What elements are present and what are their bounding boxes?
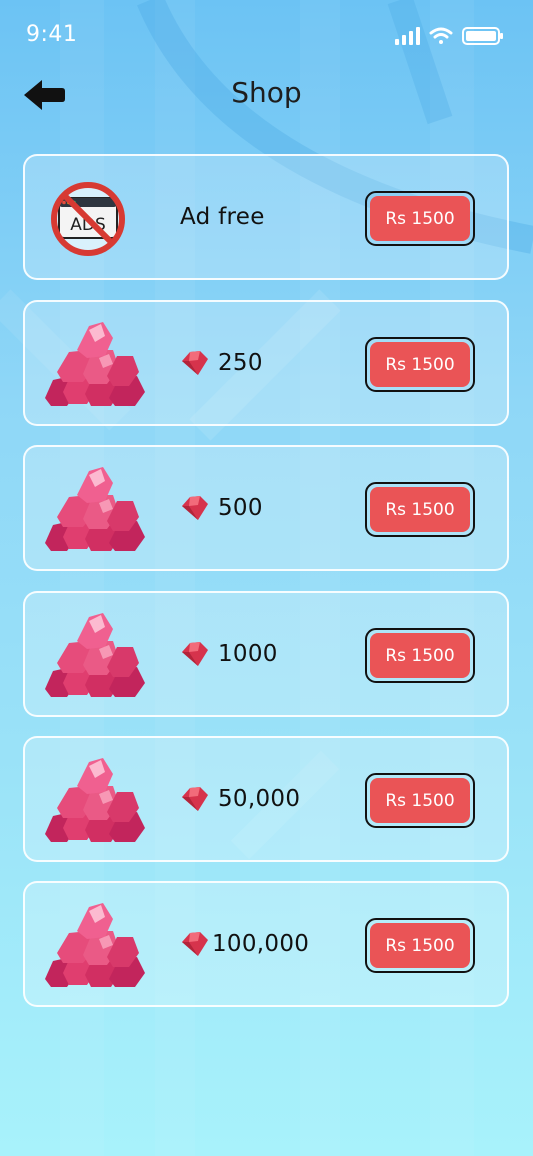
signal-icon xyxy=(395,27,420,45)
gem-icon xyxy=(182,351,208,375)
buy-button[interactable]: Rs 1500 xyxy=(365,337,475,392)
price-label: Rs 1500 xyxy=(370,778,470,823)
gem-pile-icon xyxy=(45,758,145,842)
buy-button[interactable]: Rs 1500 xyxy=(365,628,475,683)
buy-button[interactable]: Rs 1500 xyxy=(365,918,475,973)
item-label: 500 xyxy=(218,495,263,521)
price-label: Rs 1500 xyxy=(370,196,470,241)
shop-item-ad-free: ADS Ad free Rs 1500 xyxy=(23,154,509,280)
price-label: Rs 1500 xyxy=(370,487,470,532)
gem-icon xyxy=(182,787,208,811)
shop-item-100000: 100,000 Rs 1500 xyxy=(23,881,509,1007)
price-label: Rs 1500 xyxy=(370,342,470,387)
buy-button[interactable]: Rs 1500 xyxy=(365,773,475,828)
gem-pile-icon xyxy=(45,903,145,987)
no-ads-icon: ADS xyxy=(51,182,125,256)
price-label: Rs 1500 xyxy=(370,633,470,678)
shop-item-500: 500 Rs 1500 xyxy=(23,445,509,571)
gem-icon xyxy=(182,932,208,956)
gem-icon xyxy=(182,496,208,520)
item-label: Ad free xyxy=(180,204,265,230)
buy-button[interactable]: Rs 1500 xyxy=(365,482,475,537)
gem-icon xyxy=(182,642,208,666)
item-label: 250 xyxy=(218,350,263,376)
header: Shop xyxy=(0,70,533,120)
item-label: 100,000 xyxy=(212,931,310,957)
gem-pile-icon xyxy=(45,467,145,551)
shop-item-250: 250 Rs 1500 xyxy=(23,300,509,426)
gem-pile-icon xyxy=(45,322,145,406)
battery-icon xyxy=(462,27,503,45)
status-bar: 9:41 xyxy=(0,0,533,60)
page-title: Shop xyxy=(231,76,302,109)
buy-button[interactable]: Rs 1500 xyxy=(365,191,475,246)
status-icons xyxy=(395,26,505,50)
item-label: 50,000 xyxy=(218,786,301,812)
shop-item-1000: 1000 Rs 1500 xyxy=(23,591,509,717)
wifi-icon xyxy=(429,27,453,44)
price-label: Rs 1500 xyxy=(370,923,470,968)
shop-item-50000: 50,000 Rs 1500 xyxy=(23,736,509,862)
status-time: 9:41 xyxy=(26,22,78,47)
item-label: 1000 xyxy=(218,641,278,667)
gem-pile-icon xyxy=(45,613,145,697)
